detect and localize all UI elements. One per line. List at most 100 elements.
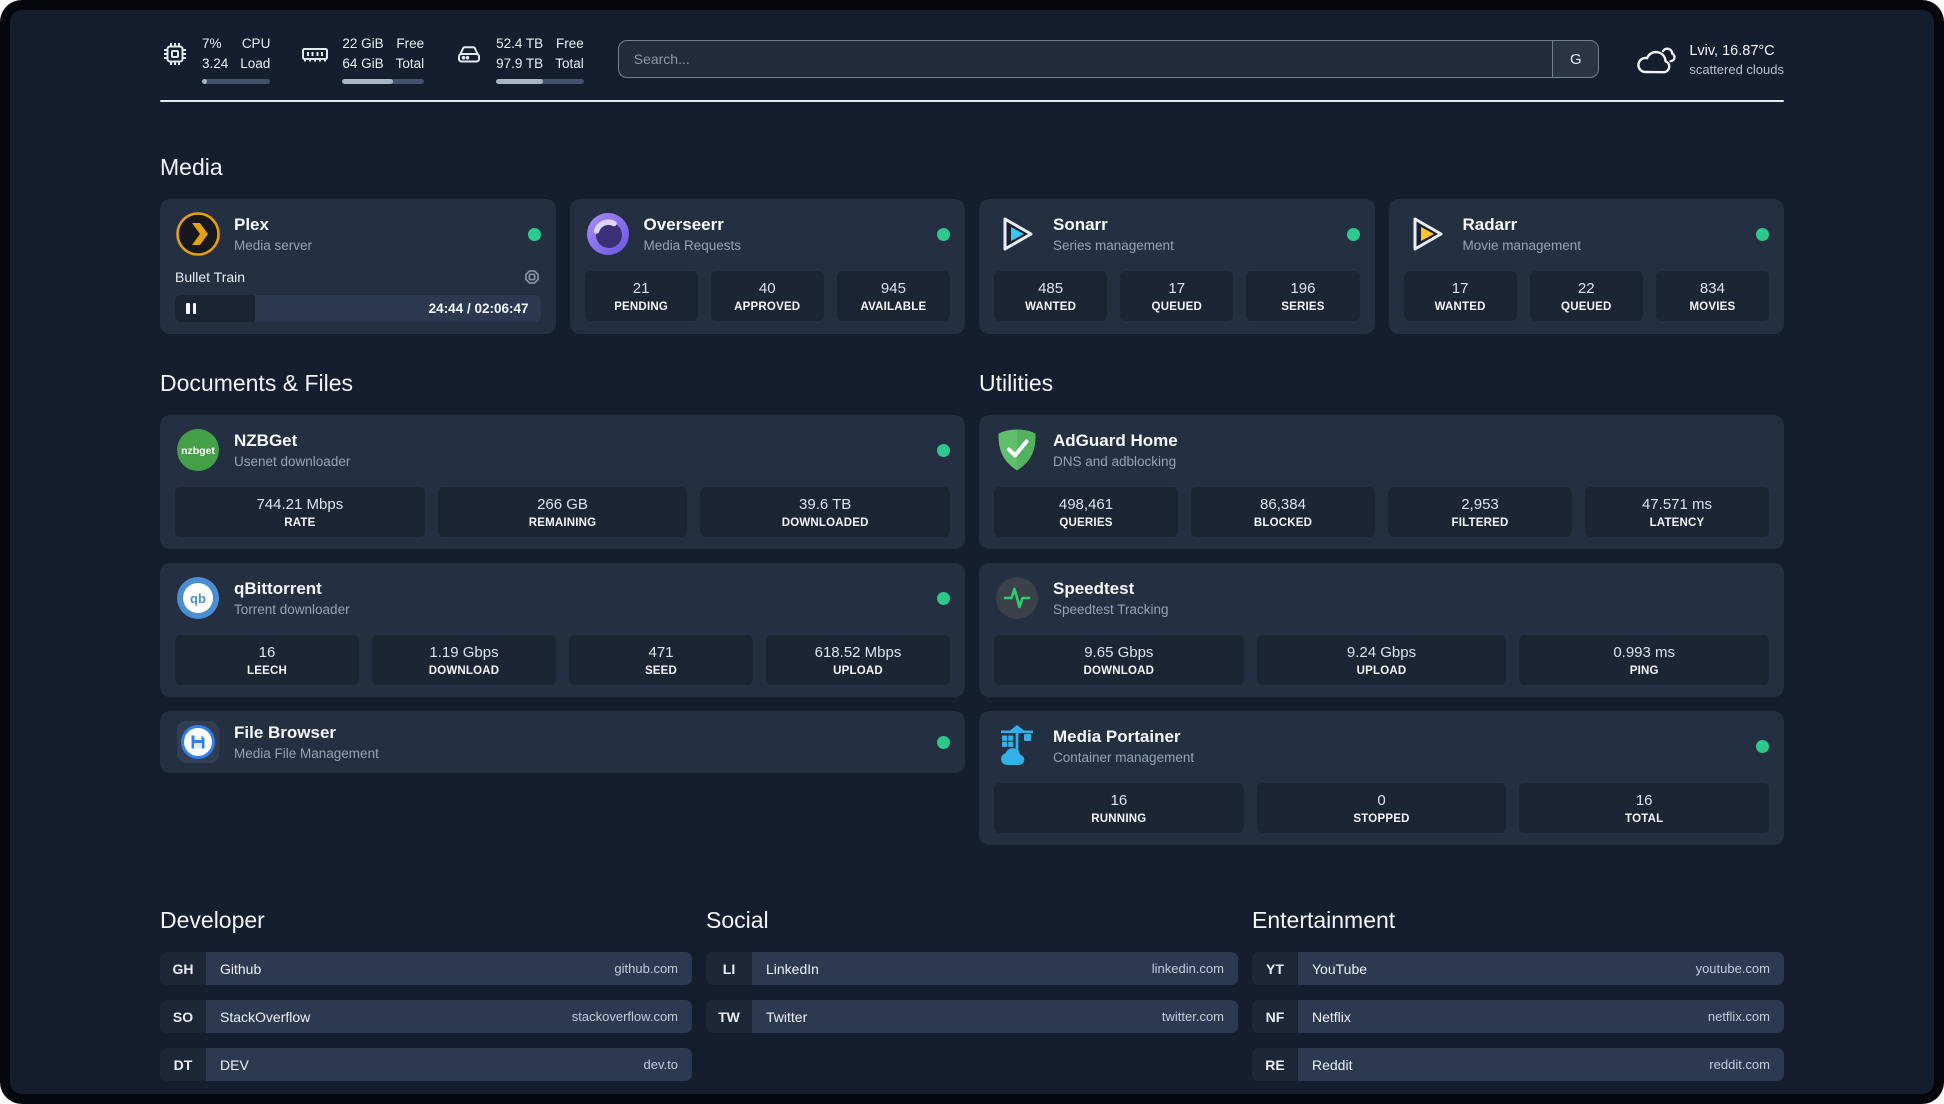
section-title-developer: Developer: [160, 907, 265, 934]
stat-box: 834 MOVIES: [1655, 271, 1770, 322]
search-provider-button[interactable]: G: [1552, 41, 1599, 78]
link-abbr: SO: [160, 1000, 206, 1034]
entertainment-column: Entertainment YT YouTube youtube.com NF N…: [1252, 907, 1784, 1094]
cpu-progress-fill: [202, 79, 208, 85]
status-dot: [937, 591, 950, 605]
radarr-icon: [1413, 217, 1442, 251]
cpu-usage: 7%: [202, 36, 222, 51]
link-abbr: RE: [1252, 1048, 1298, 1082]
cpu-icon: [164, 42, 186, 65]
stat-box: 9.65 Gbps DOWNLOAD: [994, 635, 1244, 686]
app-subtitle: DNS and adblocking: [1053, 454, 1177, 470]
card-overseerr[interactable]: Overseerr Media Requests 21 PENDING 40 APP…: [569, 199, 965, 335]
cpu-label: CPU: [241, 36, 271, 51]
ram-metric: 22 GiB 64 GiB Free Total: [300, 34, 425, 85]
svg-text:nzbget: nzbget: [181, 445, 215, 457]
stat-box: 22 QUEUED: [1529, 271, 1643, 322]
card-nzbget[interactable]: nzbget NZBGet Usenet downloader 744.21 M…: [160, 415, 965, 550]
app-subtitle: Usenet downloader: [234, 454, 351, 470]
dashboard: 7% 3.24 CPU Load 22 GiB 64 GiB Free Tota…: [10, 10, 1934, 1094]
status-dot: [1346, 227, 1360, 241]
card-sonarr[interactable]: Sonarr Series management 485 WANTED 17 QUE…: [979, 199, 1375, 335]
app-subtitle: Media server: [234, 238, 313, 254]
link-twitter[interactable]: TW Twitter twitter.com: [706, 1000, 1238, 1034]
app-title: Speedtest: [1053, 579, 1135, 599]
section-title-utilities: Utilities: [979, 370, 1054, 397]
section-title-social: Social: [706, 907, 769, 934]
search-input[interactable]: [618, 41, 1553, 78]
adguard-icon: [998, 429, 1036, 471]
top-bar: 7% 3.24 CPU Load 22 GiB 64 GiB Free Tota…: [160, 34, 1784, 85]
app-title: Media Portainer: [1053, 727, 1181, 747]
stat-box: 196 SERIES: [1246, 271, 1360, 322]
link-dev-to[interactable]: DT DEV dev.to: [160, 1048, 692, 1082]
stat-box: 0 STOPPED: [1256, 783, 1507, 834]
card-adguard[interactable]: AdGuard Home DNS and adblocking 498,461 Q…: [979, 415, 1784, 550]
status-dot: [1756, 739, 1769, 753]
status-dot: [937, 443, 950, 457]
ram-free-label: Free: [396, 36, 425, 51]
disk-free-label: Free: [555, 36, 584, 51]
card-qbittorrent[interactable]: qb qBittorrent Torrent downloader 16 LEEC…: [160, 563, 965, 698]
link-abbr: YT: [1252, 952, 1298, 986]
app-subtitle: Media File Management: [234, 746, 379, 762]
stat-box: 1.19 Gbps DOWNLOAD: [372, 635, 556, 686]
link-name: StackOverflow: [220, 1008, 311, 1025]
stat-box: 618.52 Mbps UPLOAD: [766, 635, 950, 686]
card-plex[interactable]: Plex Media server Bullet Train 24:44 / 0…: [160, 199, 556, 335]
nzbget-icon: nzbget: [177, 429, 219, 472]
qbittorrent-icon: qb: [177, 577, 219, 620]
stat-box: 40 APPROVED: [710, 271, 824, 322]
link-github[interactable]: GH Github github.com: [160, 952, 692, 986]
link-name: DEV: [220, 1056, 249, 1073]
pause-icon[interactable]: [186, 303, 196, 315]
stat-box: 86,384 BLOCKED: [1191, 487, 1375, 538]
link-name: Reddit: [1312, 1056, 1353, 1073]
card-portainer[interactable]: Media Portainer Container management 16 R…: [979, 711, 1784, 846]
stat-box: 17 WANTED: [1403, 271, 1517, 322]
playback-time: 24:44 / 02:06:47: [428, 301, 529, 317]
link-abbr: NF: [1252, 1000, 1298, 1034]
ram-progress-fill: [342, 79, 394, 85]
link-name: Github: [220, 960, 262, 977]
session-settings-icon[interactable]: [523, 268, 541, 286]
stat-box: 266 GB REMAINING: [437, 487, 688, 538]
disk-progress-track: [496, 79, 584, 85]
link-linkedin[interactable]: LI LinkedIn linkedin.com: [706, 952, 1238, 986]
link-name: LinkedIn: [766, 960, 819, 977]
app-title: NZBGet: [234, 431, 298, 451]
disk-metric: 52.4 TB 97.9 TB Free Total: [454, 34, 584, 85]
app-title: Overseerr: [643, 215, 724, 235]
overseerr-icon: [586, 213, 629, 256]
plex-icon: [176, 212, 220, 256]
status-dot: [937, 227, 950, 241]
ram-free: 22 GiB: [342, 36, 384, 51]
stat-box: 16 RUNNING: [994, 783, 1244, 834]
playback-progress-bar[interactable]: 24:44 / 02:06:47: [175, 295, 541, 323]
stat-box: 9.24 Gbps UPLOAD: [1256, 635, 1507, 686]
app-subtitle: Torrent downloader: [234, 602, 350, 618]
cloud-icon: [1637, 47, 1676, 74]
stat-box: 945 AVAILABLE: [836, 271, 951, 322]
ram-total-label: Total: [395, 55, 425, 71]
svg-text:qb: qb: [190, 591, 206, 606]
card-radarr[interactable]: Radarr Movie management 17 WANTED 22 QUEUE…: [1388, 199, 1784, 335]
status-dot: [527, 227, 541, 241]
link-url: linkedin.com: [1151, 961, 1224, 977]
sonarr-icon: [1003, 217, 1033, 251]
card-filebrowser[interactable]: File Browser Media File Management: [160, 711, 965, 774]
stat-box: 21 PENDING: [584, 271, 698, 322]
link-youtube[interactable]: YT YouTube youtube.com: [1252, 952, 1784, 986]
link-stackoverflow[interactable]: SO StackOverflow stackoverflow.com: [160, 1000, 692, 1034]
stat-box: 498,461 QUERIES: [994, 487, 1178, 538]
app-title: AdGuard Home: [1053, 431, 1178, 451]
app-subtitle: Movie management: [1462, 238, 1582, 254]
link-netflix[interactable]: NF Netflix netflix.com: [1252, 1000, 1784, 1034]
stat-box: 16 LEECH: [175, 635, 359, 686]
card-speedtest[interactable]: Speedtest Speedtest Tracking 9.65 Gbps DO…: [979, 563, 1784, 698]
link-reddit[interactable]: RE Reddit reddit.com: [1252, 1048, 1784, 1082]
app-title: Radarr: [1462, 215, 1518, 235]
media-grid: Plex Media server Bullet Train 24:44 / 0…: [160, 199, 1784, 335]
link-url: netflix.com: [1707, 1009, 1770, 1025]
link-abbr: DT: [160, 1048, 206, 1082]
